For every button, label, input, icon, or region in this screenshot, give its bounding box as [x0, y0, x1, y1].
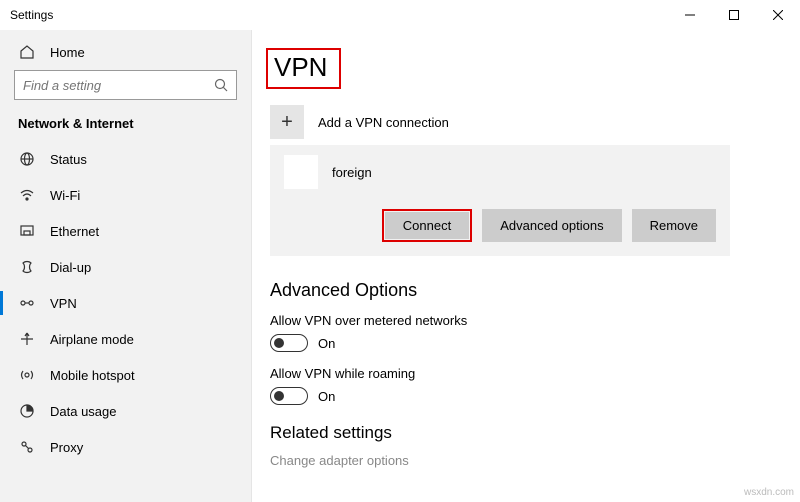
sidebar: Home Network & Internet Status Wi-Fi E [0, 30, 252, 502]
sidebar-section-title: Network & Internet [0, 112, 251, 141]
opt-roaming: Allow VPN while roaming On [270, 366, 770, 405]
sidebar-item-label: Status [50, 152, 87, 167]
sidebar-item-hotspot[interactable]: Mobile hotspot [0, 357, 251, 393]
opt-roaming-toggle[interactable] [270, 387, 308, 405]
sidebar-item-proxy[interactable]: Proxy [0, 429, 251, 465]
sidebar-item-dialup[interactable]: Dial-up [0, 249, 251, 285]
sidebar-item-label: Wi-Fi [50, 188, 80, 203]
connection-icon [284, 155, 318, 189]
opt-roaming-label: Allow VPN while roaming [270, 366, 770, 381]
remove-button[interactable]: Remove [632, 209, 716, 242]
connect-button-highlight: Connect [382, 209, 472, 242]
opt-metered: Allow VPN over metered networks On [270, 313, 770, 352]
sidebar-home-label: Home [50, 45, 85, 60]
sidebar-item-status[interactable]: Status [0, 141, 251, 177]
add-vpn-row[interactable]: + Add a VPN connection [270, 105, 770, 139]
sidebar-item-vpn[interactable]: VPN [0, 285, 251, 321]
sidebar-item-label: Data usage [50, 404, 117, 419]
hotspot-icon [18, 367, 36, 383]
sidebar-item-label: VPN [50, 296, 77, 311]
sidebar-nav: Status Wi-Fi Ethernet Dial-up VPN Airpla… [0, 141, 251, 502]
connection-name: foreign [332, 165, 372, 180]
ethernet-icon [18, 223, 36, 239]
sidebar-item-label: Ethernet [50, 224, 99, 239]
sidebar-item-label: Mobile hotspot [50, 368, 135, 383]
sidebar-item-label: Dial-up [50, 260, 91, 275]
plus-icon: + [270, 105, 304, 139]
window-title: Settings [10, 8, 53, 22]
opt-metered-toggle[interactable] [270, 334, 308, 352]
search-icon [214, 78, 228, 92]
home-icon [18, 44, 36, 60]
search-field[interactable] [23, 78, 214, 93]
search-input[interactable] [14, 70, 237, 100]
add-vpn-label: Add a VPN connection [318, 115, 449, 130]
wifi-icon [18, 187, 36, 203]
related-settings-title: Related settings [270, 423, 770, 443]
sidebar-item-airplane[interactable]: Airplane mode [0, 321, 251, 357]
sidebar-home[interactable]: Home [0, 36, 251, 70]
connect-button[interactable]: Connect [385, 212, 469, 239]
titlebar: Settings [0, 0, 800, 30]
minimize-button[interactable] [668, 0, 712, 30]
sidebar-item-label: Proxy [50, 440, 83, 455]
dialup-icon [18, 259, 36, 275]
watermark: wsxdn.com [744, 487, 794, 498]
main-content: VPN + Add a VPN connection foreign Conne… [252, 30, 800, 502]
sidebar-item-ethernet[interactable]: Ethernet [0, 213, 251, 249]
sidebar-item-wifi[interactable]: Wi-Fi [0, 177, 251, 213]
page-title-highlight: VPN [266, 48, 341, 89]
vpn-connection-card[interactable]: foreign Connect Advanced options Remove [270, 145, 730, 256]
close-button[interactable] [756, 0, 800, 30]
opt-metered-state: On [318, 336, 335, 351]
vpn-icon [18, 295, 36, 311]
datausage-icon [18, 403, 36, 419]
maximize-button[interactable] [712, 0, 756, 30]
advanced-options-title: Advanced Options [270, 280, 770, 301]
proxy-icon [18, 439, 36, 455]
opt-metered-label: Allow VPN over metered networks [270, 313, 770, 328]
sidebar-item-label: Airplane mode [50, 332, 134, 347]
window-controls [668, 0, 800, 30]
opt-roaming-state: On [318, 389, 335, 404]
airplane-icon [18, 331, 36, 347]
status-icon [18, 151, 36, 167]
change-adapter-link[interactable]: Change adapter options [270, 453, 770, 468]
advanced-options-button[interactable]: Advanced options [482, 209, 621, 242]
page-title: VPN [274, 52, 327, 83]
sidebar-item-datausage[interactable]: Data usage [0, 393, 251, 429]
